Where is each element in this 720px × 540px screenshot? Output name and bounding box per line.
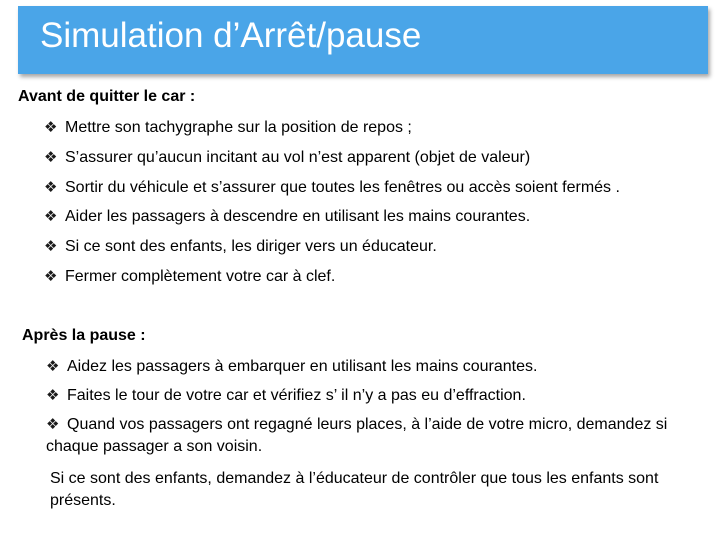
list-item-text: Aider les passagers à descendre en utili… <box>65 208 531 225</box>
title-bar: Simulation d’Arrêt/pause <box>18 6 708 74</box>
diamond-cluster-icon: ❖ <box>46 416 60 433</box>
list-item: ❖ S’assurer qu’aucun incitant au vol n’es… <box>44 148 530 167</box>
list-item-text: Mettre son tachygraphe sur la position d… <box>65 119 412 136</box>
list-item-text: Fermer complètement votre car à clef. <box>65 268 336 285</box>
diamond-cluster-icon: ❖ <box>44 149 58 166</box>
section-heading-before-leaving: Avant de quitter le car : <box>18 88 196 105</box>
diamond-cluster-icon: ❖ <box>46 358 60 375</box>
list-item: ❖ Sortir du véhicule et s’assurer que tou… <box>44 178 620 197</box>
list-item-text: Sortir du véhicule et s’assurer que tout… <box>65 179 620 196</box>
diamond-cluster-icon: ❖ <box>44 179 58 196</box>
list-item-text: Quand vos passagers ont regagné leurs pl… <box>46 416 668 455</box>
list-item-text: S’assurer qu’aucun incitant au vol n’est… <box>65 149 531 166</box>
diamond-cluster-icon: ❖ <box>46 387 60 404</box>
list-item-text: Faites le tour de votre car et vérifiez … <box>67 387 526 404</box>
list-item: ❖ Si ce sont des enfants, les diriger ver… <box>44 237 437 256</box>
list-item-text: Aidez les passagers à embarquer en utili… <box>67 358 538 375</box>
list-item: ❖ Mettre son tachygraphe sur la position … <box>44 118 412 137</box>
list-item: ❖ Aider les passagers à descendre en util… <box>44 207 530 226</box>
list-item-text: Si ce sont des enfants, les diriger vers… <box>65 238 437 255</box>
list-item: ❖ Aidez les passagers à embarquer en util… <box>46 357 537 376</box>
diamond-cluster-icon: ❖ <box>44 238 58 255</box>
section-heading-after-break: Après la pause : <box>22 327 146 344</box>
diamond-cluster-icon: ❖ <box>44 119 58 136</box>
after-break-note: Si ce sont des enfants, demandez à l’édu… <box>50 470 659 509</box>
diamond-cluster-icon: ❖ <box>44 208 58 225</box>
list-item: ❖ Fermer complètement votre car à clef. <box>44 267 335 286</box>
list-item: ❖ Faites le tour de votre car et vérifiez… <box>46 386 526 405</box>
list-item: ❖ Quand vos passagers ont regagné leurs p… <box>46 414 686 458</box>
slide-title: Simulation d’Arrêt/pause <box>40 16 422 55</box>
diamond-cluster-icon: ❖ <box>44 268 58 285</box>
